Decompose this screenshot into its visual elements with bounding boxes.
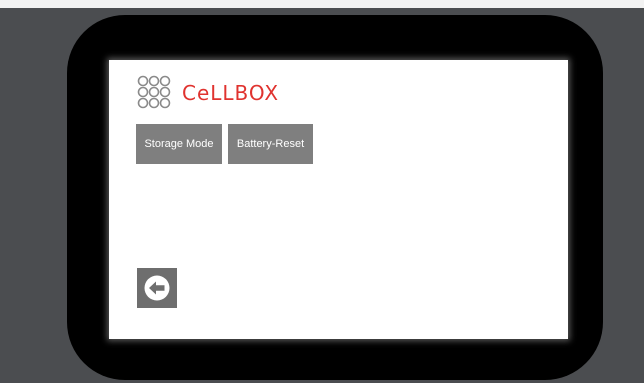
arrow-left-circle-icon: [144, 275, 170, 301]
storage-mode-button[interactable]: Storage Mode: [136, 124, 222, 164]
touch-screen: CeLLBOX Storage Mode Battery-Reset: [109, 60, 568, 339]
cellbox-logo: CeLLBOX: [137, 75, 279, 111]
battery-reset-button[interactable]: Battery-Reset: [228, 124, 313, 164]
circle-grid-icon: [137, 75, 171, 109]
display-stage: CeLLBOX Storage Mode Battery-Reset: [0, 0, 644, 383]
back-button[interactable]: [137, 268, 177, 308]
logo-wordmark: CeLLBOX: [182, 81, 280, 105]
top-strip: [0, 0, 644, 8]
